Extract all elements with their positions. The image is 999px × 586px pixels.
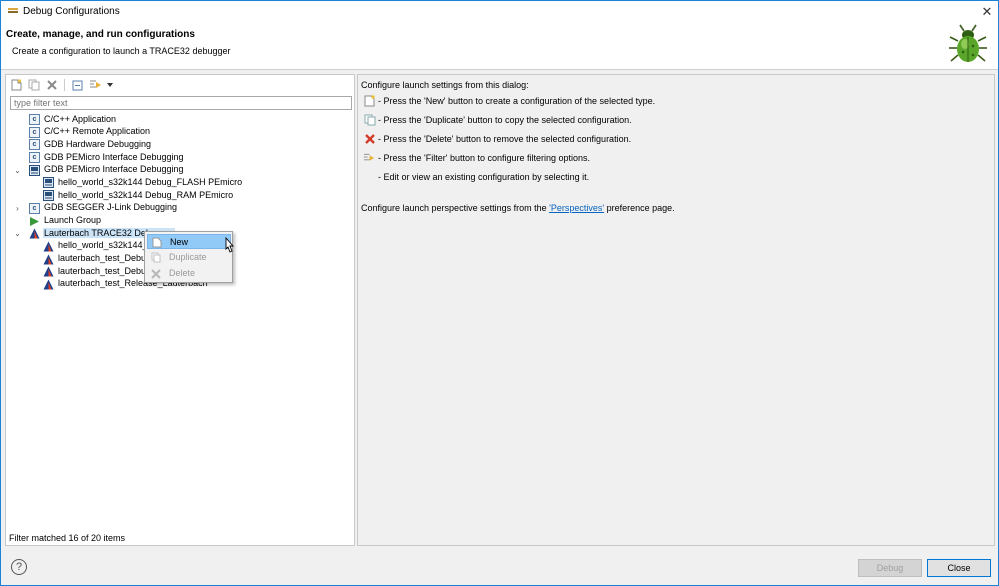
c-config-icon: c bbox=[29, 202, 40, 214]
delete-icon bbox=[365, 134, 375, 144]
delete-icon bbox=[151, 269, 161, 279]
pemicro-icon bbox=[29, 164, 40, 176]
menu-item-delete[interactable]: Delete bbox=[147, 266, 231, 281]
c-config-icon: c bbox=[29, 139, 40, 151]
chevron-right-icon[interactable]: › bbox=[13, 204, 22, 213]
configurations-panel: c C/C++ Application c C/C++ Remote Appli… bbox=[5, 74, 355, 546]
tree-item[interactable]: hello_world_s32k144 Debug_RAM PEmicro bbox=[6, 189, 354, 202]
info-line-new: - Press the 'New' button to create a con… bbox=[378, 96, 656, 106]
c-config-icon: c bbox=[29, 114, 40, 125]
filter-icon bbox=[89, 80, 101, 88]
close-button[interactable]: Close bbox=[927, 559, 991, 577]
delete-config-button[interactable] bbox=[45, 78, 59, 92]
menu-item-duplicate[interactable]: Duplicate bbox=[147, 250, 231, 265]
bug-icon bbox=[949, 24, 987, 62]
perspective-suffix: preference page. bbox=[604, 203, 675, 213]
info-intro: Configure launch settings from this dial… bbox=[361, 80, 529, 90]
header-title: Create, manage, and run configurations bbox=[6, 29, 195, 40]
help-icon[interactable]: ? bbox=[11, 559, 27, 575]
tree-item-label: GDB PEMicro Interface Debugging bbox=[44, 151, 184, 162]
tree-item-label: GDB Hardware Debugging bbox=[44, 138, 152, 149]
filter-dropdown-button[interactable] bbox=[106, 78, 114, 92]
tree-item[interactable]: › c GDB SEGGER J-Link Debugging bbox=[6, 202, 354, 215]
tree-item-label: GDB SEGGER J-Link Debugging bbox=[44, 202, 178, 213]
info-line-delete: - Press the 'Delete' button to remove th… bbox=[378, 134, 632, 144]
lauterbach-icon bbox=[29, 228, 40, 239]
debug-configurations-dialog: Debug Configurations ✕ Create, manage, a… bbox=[0, 0, 999, 586]
lauterbach-icon bbox=[43, 254, 54, 265]
duplicate-icon bbox=[364, 114, 376, 126]
mouse-cursor-icon bbox=[225, 237, 234, 253]
info-line-edit: - Edit or view an existing configuration… bbox=[378, 172, 590, 182]
info-line-duplicate: - Press the 'Duplicate' button to copy t… bbox=[378, 115, 632, 125]
duplicate-config-button[interactable] bbox=[27, 78, 41, 92]
c-config-icon: c bbox=[29, 126, 40, 138]
info-panel: Configure launch settings from this dial… bbox=[357, 74, 995, 546]
lauterbach-icon bbox=[43, 241, 54, 252]
new-config-button[interactable] bbox=[9, 78, 23, 92]
filter-button[interactable] bbox=[88, 78, 102, 92]
lauterbach-icon bbox=[43, 279, 54, 290]
info-line-filter: - Press the 'Filter' button to configure… bbox=[378, 153, 591, 163]
dialog-header: Create, manage, and run configurations C… bbox=[1, 23, 998, 70]
tree-item-label: GDB PEMicro Interface Debugging bbox=[44, 164, 184, 175]
new-config-icon bbox=[152, 237, 162, 248]
header-subtitle: Create a configuration to launch a TRACE… bbox=[12, 46, 231, 56]
filter-status: Filter matched 16 of 20 items bbox=[9, 533, 126, 543]
pemicro-icon bbox=[43, 177, 54, 189]
filter-icon bbox=[363, 153, 375, 161]
tree-item-label: Launch Group bbox=[44, 215, 102, 225]
chevron-down-icon bbox=[107, 83, 113, 87]
tree-item[interactable]: c C/C++ Remote Application bbox=[6, 126, 354, 139]
close-icon[interactable]: ✕ bbox=[976, 1, 998, 23]
tree-item[interactable]: c GDB PEMicro Interface Debugging bbox=[6, 151, 354, 164]
perspectives-link[interactable]: 'Perspectives' bbox=[549, 203, 604, 213]
duplicate-icon bbox=[28, 79, 40, 91]
delete-icon bbox=[47, 80, 57, 90]
tree-item-label: hello_world_s32k144 Debug_FLASH PEmicro bbox=[58, 176, 243, 187]
lauterbach-icon bbox=[43, 266, 54, 277]
filter-input[interactable] bbox=[10, 96, 352, 110]
tree-item[interactable]: hello_world_s32k144 Debug_FLASH PEmicro bbox=[6, 176, 354, 189]
context-menu: New Duplicate Delete bbox=[144, 231, 233, 283]
c-config-icon: c bbox=[29, 152, 40, 164]
title-bar: Debug Configurations ✕ bbox=[1, 1, 998, 23]
perspective-line: Configure launch perspective settings fr… bbox=[361, 203, 675, 213]
debug-button[interactable]: Debug bbox=[858, 559, 922, 577]
tree-item-label: hello_world_s32k144 Debug_RAM PEmicro bbox=[58, 189, 234, 200]
chevron-down-icon[interactable]: ⌄ bbox=[13, 229, 22, 238]
launch-group-icon bbox=[30, 216, 39, 226]
menu-item-label: New bbox=[170, 237, 189, 247]
tree-item[interactable]: c GDB Hardware Debugging bbox=[6, 138, 354, 151]
app-icon bbox=[8, 8, 18, 13]
menu-item-new[interactable]: New bbox=[147, 234, 231, 249]
menu-item-label: Delete bbox=[169, 268, 196, 278]
duplicate-icon bbox=[151, 252, 161, 263]
menu-item-label: Duplicate bbox=[169, 252, 207, 262]
collapse-all-button[interactable] bbox=[70, 78, 84, 92]
collapse-all-icon bbox=[72, 80, 82, 90]
window-title: Debug Configurations bbox=[23, 6, 120, 17]
configurations-toolbar bbox=[9, 77, 114, 93]
tree-item[interactable]: c C/C++ Application bbox=[6, 113, 354, 126]
new-config-icon bbox=[364, 95, 375, 107]
chevron-down-icon[interactable]: ⌄ bbox=[13, 166, 22, 175]
tree-item-label: C/C++ Application bbox=[44, 113, 117, 124]
tree-item[interactable]: ⌄ GDB PEMicro Interface Debugging bbox=[6, 164, 354, 177]
new-config-icon bbox=[11, 79, 21, 91]
tree-item[interactable]: Launch Group bbox=[6, 215, 354, 228]
tree-item-label: C/C++ Remote Application bbox=[44, 126, 151, 137]
toolbar-separator bbox=[64, 79, 65, 91]
pemicro-icon bbox=[43, 190, 54, 202]
perspective-prefix: Configure launch perspective settings fr… bbox=[361, 203, 550, 213]
